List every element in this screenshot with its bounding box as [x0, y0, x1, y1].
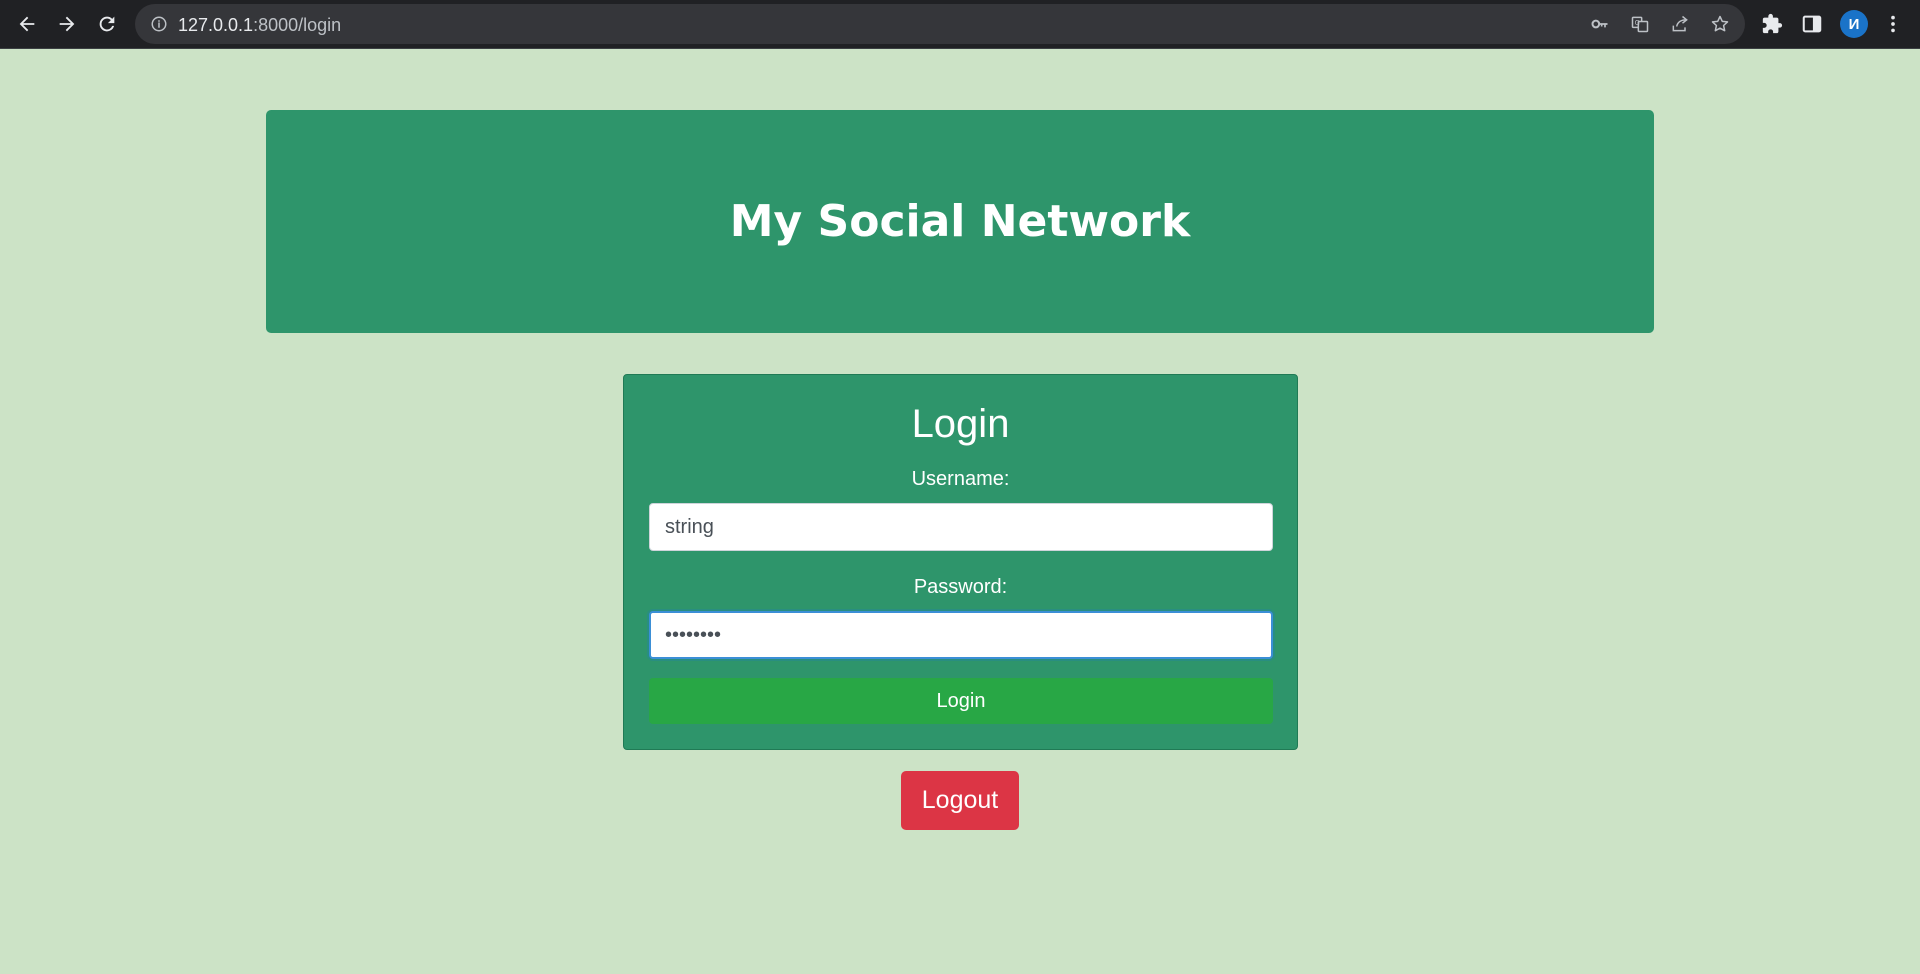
- login-heading: Login: [911, 402, 1010, 446]
- address-bar[interactable]: 127.0.0.1:8000/login G: [135, 4, 1745, 44]
- url-host: 127.0.0.1: [178, 15, 254, 35]
- password-label: Password:: [913, 576, 1008, 598]
- more-vert-icon[interactable]: [1880, 11, 1906, 37]
- forward-arrow-icon: [59, 16, 75, 32]
- back-arrow-icon: [19, 16, 35, 32]
- username-label: Username:: [911, 468, 1010, 490]
- info-icon[interactable]: [149, 14, 169, 34]
- browser-toolbar: 127.0.0.1:8000/login G И: [0, 0, 1920, 49]
- username-input[interactable]: [649, 503, 1273, 551]
- key-icon[interactable]: [1589, 13, 1611, 35]
- translate-icon[interactable]: G: [1629, 13, 1651, 35]
- login-form: Login Username: Password: Login: [623, 374, 1298, 750]
- reload-button[interactable]: [91, 8, 123, 40]
- puzzle-icon[interactable]: [1759, 11, 1785, 37]
- header-banner: My Social Network: [266, 110, 1654, 333]
- url-path: :8000/login: [253, 15, 342, 35]
- forward-button[interactable]: [51, 8, 83, 40]
- avatar-letter: И: [1848, 15, 1860, 33]
- login-button[interactable]: Login: [649, 678, 1273, 724]
- site-title: My Social Network: [729, 196, 1191, 247]
- profile-avatar[interactable]: И: [1840, 10, 1868, 38]
- share-icon[interactable]: [1669, 13, 1691, 35]
- logout-button[interactable]: Logout: [901, 771, 1019, 830]
- side-panel-icon[interactable]: [1799, 11, 1825, 37]
- url-text[interactable]: 127.0.0.1:8000/login: [178, 15, 341, 35]
- svg-text:G: G: [1635, 19, 1640, 27]
- star-icon[interactable]: [1709, 13, 1731, 35]
- back-button[interactable]: [11, 8, 43, 40]
- reload-icon: [99, 16, 115, 32]
- password-input[interactable]: [649, 611, 1273, 659]
